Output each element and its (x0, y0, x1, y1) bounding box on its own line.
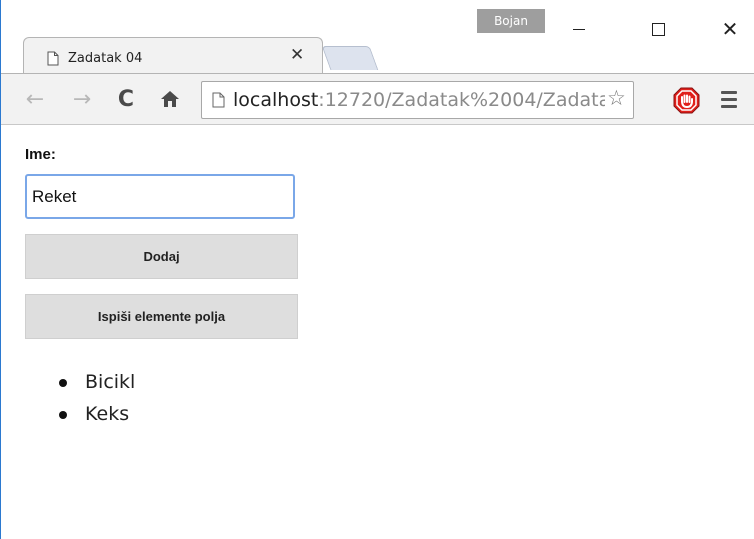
list-item: Bicikl (59, 366, 135, 398)
tab-content: Zadatak 04 (25, 41, 315, 75)
url-path: :12720/Zadatak%2004/Zadatak (318, 89, 622, 111)
items-list: Bicikl Keks (59, 366, 135, 430)
star-icon[interactable]: ☆ (605, 86, 628, 110)
menu-bar (721, 91, 737, 94)
maximize-icon (651, 22, 665, 36)
tab-title: Zadatak 04 (68, 50, 143, 66)
maximize-button[interactable] (635, 14, 681, 44)
address-bar[interactable]: localhost:12720/Zadatak%2004/Zadatak (201, 81, 634, 119)
minimize-button[interactable] (556, 14, 602, 44)
bullet-icon (59, 411, 67, 419)
menu-icon[interactable] (721, 91, 737, 108)
adblock-icon[interactable] (673, 87, 700, 114)
back-icon[interactable]: ← (21, 85, 49, 113)
home-icon[interactable] (156, 85, 184, 113)
menu-bar (721, 105, 737, 108)
user-profile-badge[interactable]: Bojan (477, 9, 545, 33)
browser-window: Bojan ✕ Zadatak 04 ✕ ← → C localhost:127… (0, 0, 754, 539)
page-icon (47, 51, 59, 65)
print-elements-button[interactable]: Ispiši elemente polja (25, 294, 298, 339)
add-button[interactable]: Dodaj (25, 234, 298, 279)
page-content: Ime: Dodaj Ispiši elemente polja Bicikl … (1, 126, 754, 539)
list-item-text: Keks (85, 403, 130, 425)
menu-bar (721, 98, 737, 101)
url-host: localhost (233, 89, 319, 111)
close-window-button[interactable]: ✕ (707, 14, 753, 44)
name-label: Ime: (25, 146, 56, 163)
new-tab-button[interactable] (321, 46, 379, 70)
home-glyph (161, 91, 179, 107)
forward-icon[interactable]: → (68, 85, 96, 113)
list-item-text: Bicikl (85, 371, 136, 393)
name-input[interactable] (25, 174, 295, 219)
tab-close-icon[interactable]: ✕ (290, 45, 304, 65)
minimize-icon (573, 28, 585, 30)
bullet-icon (59, 379, 67, 387)
close-icon: ✕ (721, 17, 739, 41)
title-bar: Bojan ✕ Zadatak 04 ✕ (1, 0, 754, 76)
reload-icon[interactable]: C (112, 85, 140, 113)
page-icon (212, 92, 225, 108)
list-item: Keks (59, 398, 135, 430)
url-text: localhost:12720/Zadatak%2004/Zadatak (233, 89, 623, 111)
